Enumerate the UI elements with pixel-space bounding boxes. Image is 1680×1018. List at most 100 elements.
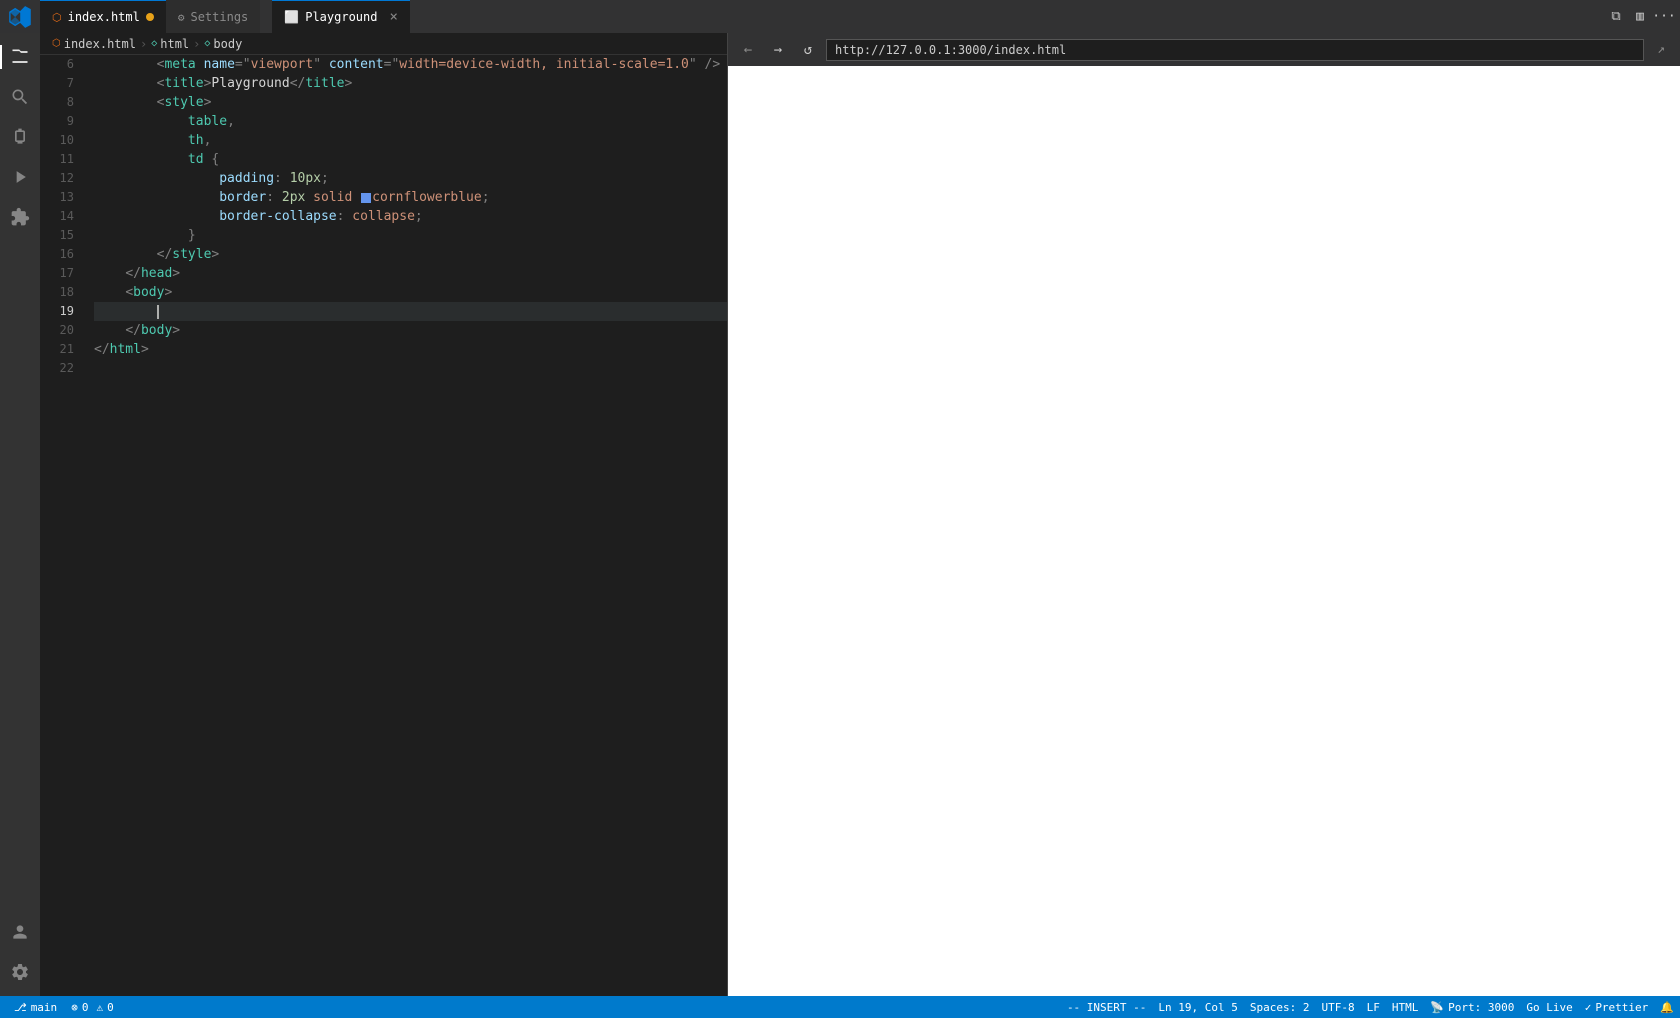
git-branch-label: main <box>31 1001 58 1014</box>
browser-forward-button[interactable]: → <box>766 38 790 62</box>
split-editor-icon[interactable]: ⧉ <box>1608 9 1624 25</box>
vim-mode-label: -- INSERT -- <box>1067 1001 1146 1014</box>
title-bar-left: ⬡ index.html ⚙ Settings ⬜ Playground × ⧉… <box>0 0 1680 33</box>
status-vim-mode[interactable]: -- INSERT -- <box>1061 996 1152 1018</box>
code-line-11: td { <box>94 150 727 169</box>
breadcrumb-file[interactable]: ⬡ index.html <box>52 37 136 51</box>
status-encoding[interactable]: UTF-8 <box>1316 996 1361 1018</box>
git-branch-icon: ⎇ <box>14 1001 27 1014</box>
title-bar-right-icons: ⧉ ▥ ··· <box>1600 9 1680 25</box>
status-go-live[interactable]: Go Live <box>1520 996 1578 1018</box>
sidebar-item-extensions[interactable] <box>0 197 40 237</box>
tab-label-settings: Settings <box>190 10 248 24</box>
browser-back-button[interactable]: ← <box>736 38 760 62</box>
editor-container[interactable]: 6 7 8 9 10 11 12 13 14 15 16 17 18 19 20… <box>40 55 727 996</box>
editor-area: ⬡ index.html › ◇ html › ◇ body 6 7 8 9 1… <box>40 33 727 996</box>
browser-tab-playground[interactable]: ⬜ Playground × <box>272 0 410 33</box>
line-num-6: 6 <box>40 55 82 74</box>
breadcrumb: ⬡ index.html › ◇ html › ◇ body <box>40 33 727 55</box>
layout-icon[interactable]: ▥ <box>1632 9 1648 25</box>
tab-settings[interactable]: ⚙ Settings <box>166 0 260 33</box>
tab-modified-dot <box>146 13 154 21</box>
code-line-15: } <box>94 226 727 245</box>
line-numbers: 6 7 8 9 10 11 12 13 14 15 16 17 18 19 20… <box>40 55 90 996</box>
line-num-14: 14 <box>40 207 82 226</box>
line-num-17: 17 <box>40 264 82 283</box>
code-line-13: border: 2px solid cornflowerblue; <box>94 188 727 207</box>
port-label: Port: 3000 <box>1448 1001 1514 1014</box>
browser-panel: ← → ↺ ↗ <box>728 33 1680 996</box>
sidebar-item-search[interactable] <box>0 77 40 117</box>
line-num-15: 15 <box>40 226 82 245</box>
code-line-20: </body> <box>94 321 727 340</box>
sidebar-item-source-control[interactable] <box>0 117 40 157</box>
manage-icon[interactable] <box>0 952 40 992</box>
breadcrumb-file-icon: ⬡ <box>52 38 61 49</box>
status-prettier[interactable]: ✓ Prettier <box>1579 996 1655 1018</box>
status-bar: ⎇ main ⊗ 0 ⚠ 0 -- INSERT -- Ln 19, Col 5… <box>0 996 1680 1018</box>
warning-icon: ⚠ <box>96 1001 103 1014</box>
spaces-label: Spaces: 2 <box>1250 1001 1310 1014</box>
code-line-10: th, <box>94 131 727 150</box>
line-num-18: 18 <box>40 283 82 302</box>
browser-open-external-icon[interactable]: ↗ <box>1650 39 1672 61</box>
line-num-8: 8 <box>40 93 82 112</box>
tab-index-html[interactable]: ⬡ index.html <box>40 0 166 33</box>
browser-address-bar[interactable] <box>826 39 1644 61</box>
editor-tab-group: ⬡ index.html ⚙ Settings <box>40 0 260 33</box>
code-line-12: padding: 10px; <box>94 169 727 188</box>
breadcrumb-sep-2: › <box>193 37 200 51</box>
notification-bell-icon: 🔔 <box>1660 1001 1674 1014</box>
line-num-13: 13 <box>40 188 82 207</box>
account-icon[interactable] <box>0 912 40 952</box>
error-icon: ⊗ <box>71 1001 78 1014</box>
line-num-10: 10 <box>40 131 82 150</box>
status-position[interactable]: Ln 19, Col 5 <box>1152 996 1243 1018</box>
status-notification-icon[interactable]: 🔔 <box>1654 996 1680 1018</box>
line-num-19: 19 <box>40 302 82 321</box>
browser-tab-close[interactable]: × <box>389 9 397 25</box>
code-line-18: <body> <box>94 283 727 302</box>
encoding-label: UTF-8 <box>1322 1001 1355 1014</box>
vscode-logo <box>0 0 40 33</box>
status-language[interactable]: HTML <box>1386 996 1425 1018</box>
code-line-16: </style> <box>94 245 727 264</box>
line-num-11: 11 <box>40 150 82 169</box>
status-bar-right: -- INSERT -- Ln 19, Col 5 Spaces: 2 UTF-… <box>1061 996 1680 1018</box>
status-errors[interactable]: ⊗ 0 ⚠ 0 <box>65 996 120 1018</box>
sidebar-item-run[interactable] <box>0 157 40 197</box>
eol-label: LF <box>1367 1001 1380 1014</box>
more-actions-icon[interactable]: ··· <box>1656 9 1672 25</box>
line-num-21: 21 <box>40 340 82 359</box>
activity-bar <box>0 33 40 996</box>
line-num-22: 22 <box>40 359 82 378</box>
splitter-handle[interactable] <box>725 500 730 530</box>
line-num-9: 9 <box>40 112 82 131</box>
status-git-branch[interactable]: ⎇ main <box>8 996 63 1018</box>
status-port[interactable]: 📡 Port: 3000 <box>1424 996 1520 1018</box>
code-line-7: <title>Playground</title> <box>94 74 727 93</box>
browser-toolbar-right: ↗ <box>1650 39 1672 61</box>
tab-label-index-html: index.html <box>68 10 140 24</box>
browser-toolbar: ← → ↺ ↗ <box>728 33 1680 66</box>
browser-content <box>728 66 1680 996</box>
status-spaces[interactable]: Spaces: 2 <box>1244 996 1316 1018</box>
line-num-7: 7 <box>40 74 82 93</box>
title-bar: ⬡ index.html ⚙ Settings ⬜ Playground × ⧉… <box>0 0 1680 33</box>
breadcrumb-sep-1: › <box>140 37 147 51</box>
code-line-19 <box>94 302 727 321</box>
editor-browser-splitter[interactable] <box>727 33 728 996</box>
browser-tab-icon: ⬜ <box>284 10 299 24</box>
go-live-label: Go Live <box>1526 1001 1572 1014</box>
browser-refresh-button[interactable]: ↺ <box>796 38 820 62</box>
breadcrumb-html[interactable]: ◇ html <box>151 37 189 51</box>
sidebar-item-explorer[interactable] <box>0 37 40 77</box>
line-num-20: 20 <box>40 321 82 340</box>
status-eol[interactable]: LF <box>1361 996 1386 1018</box>
status-bar-left: ⎇ main ⊗ 0 ⚠ 0 <box>0 996 128 1018</box>
code-content[interactable]: <meta name="viewport" content="width=dev… <box>90 55 727 996</box>
html-file-icon: ⬡ <box>52 11 62 24</box>
breadcrumb-body[interactable]: ◇ body <box>204 37 242 51</box>
code-line-17: </head> <box>94 264 727 283</box>
text-cursor <box>157 305 159 319</box>
